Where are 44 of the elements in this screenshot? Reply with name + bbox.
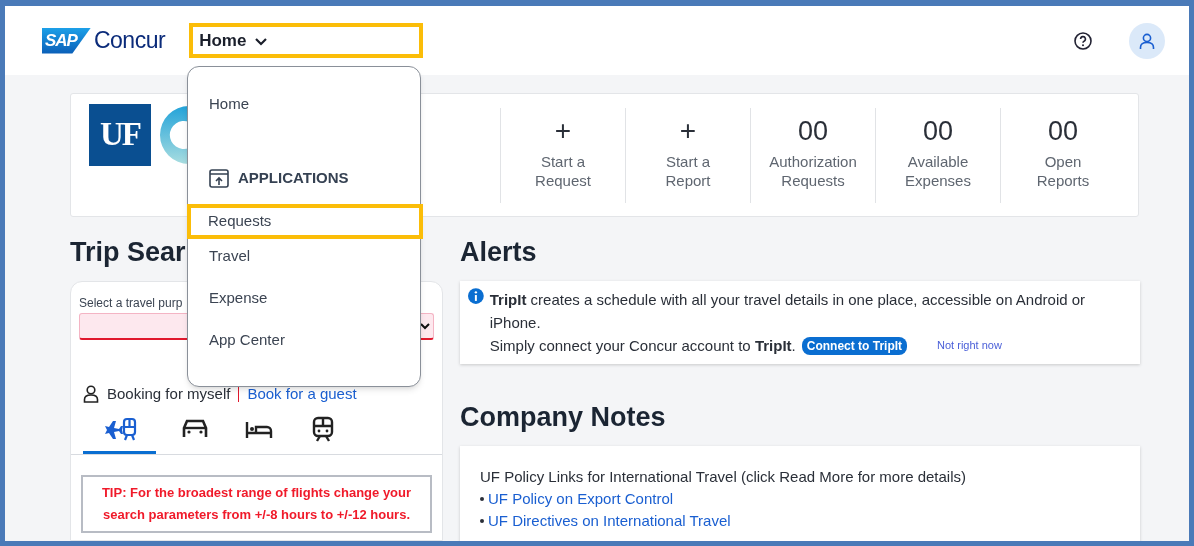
section-heading: Company Notes <box>460 401 667 434</box>
dismiss-link[interactable]: Not right now <box>937 334 1002 357</box>
section-heading: Alerts <box>460 236 538 269</box>
policy-link[interactable]: UF Policy on Export Control <box>488 488 674 510</box>
field-label: Select a travel purp <box>79 295 183 310</box>
action-label: Available Expenses <box>905 151 971 190</box>
uf-logo: UF <box>89 104 151 166</box>
menu-item[interactable]: Home <box>188 87 420 122</box>
count-value: 00 <box>922 115 953 146</box>
menu-section-title: APPLICATIONS <box>238 167 349 188</box>
alert-message: TripIt creates a schedule with all your travel details in one place, accessible on Android or iPhone. <box>489 290 1087 333</box>
person-icon <box>1138 31 1156 50</box>
person-icon <box>83 385 99 404</box>
action-label[interactable]: Start a Request <box>535 151 591 190</box>
menu-item[interactable]: Travel <box>188 239 420 274</box>
add-button[interactable]: + <box>679 115 697 146</box>
alert-prompt: Simply connect your Concur account to TripIt. <box>489 336 796 356</box>
notes-intro: UF Policy Links for International Travel (click Read More for more details) <box>480 467 967 487</box>
count-value: 00 <box>797 115 828 146</box>
action-label: Open Reports <box>1036 151 1090 190</box>
info-icon <box>468 288 484 304</box>
action-label: Authorization Requests <box>769 151 857 190</box>
policy-link[interactable]: UF Directives on International Travel <box>488 510 731 532</box>
bullet-icon <box>480 519 484 523</box>
booking-label: Booking for myself <box>107 384 231 404</box>
brand-name: Concur <box>93 26 166 56</box>
add-button[interactable]: + <box>554 115 572 146</box>
home-menu-button[interactable]: Home <box>189 23 424 58</box>
app-window-icon <box>209 168 229 188</box>
action-label[interactable]: Start a Report <box>665 151 711 190</box>
menu-item[interactable]: Requests <box>187 204 423 239</box>
plane-and-train-icon <box>102 415 137 443</box>
chevron-down-icon <box>420 322 430 330</box>
guest-booking-link[interactable]: Book for a guest <box>247 383 357 406</box>
section-heading: Trip Sear <box>70 236 186 269</box>
menu-item[interactable]: App Center <box>188 323 420 358</box>
connect-button[interactable]: Connect to TripIt <box>801 336 908 355</box>
sap-logo: SAP <box>42 27 91 54</box>
help-icon[interactable] <box>1073 30 1093 51</box>
menu-item[interactable]: Expense <box>188 281 420 316</box>
count-value: 00 <box>1047 115 1078 146</box>
bullet-icon <box>480 497 484 501</box>
profile-button[interactable] <box>1129 22 1165 59</box>
tip-message: TIP: For the broadest range of flights change your search parameters from +/-8 hours to +/-12 hours. <box>81 474 432 533</box>
